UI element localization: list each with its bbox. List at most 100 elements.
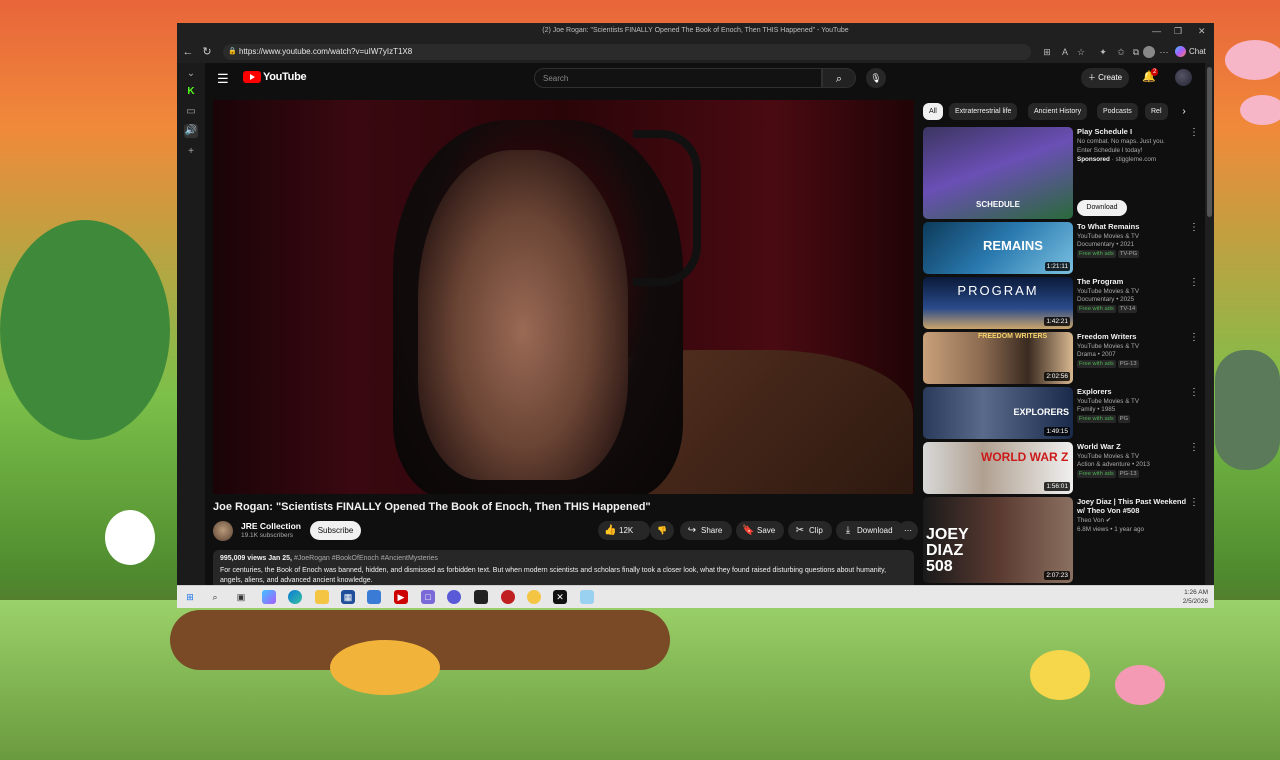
recommendation-item[interactable]: PROGRAM 1:42:21 The Program YouTube Movi… <box>923 277 1203 329</box>
recommendation-thumbnail[interactable]: PROGRAM 1:42:21 <box>923 277 1073 329</box>
recommendation-item[interactable]: EXPLORERS 1:49:15 Explorers YouTube Movi… <box>923 387 1203 439</box>
chrome-icon[interactable] <box>527 590 541 604</box>
youtube-app-icon[interactable]: ▶ <box>394 590 408 604</box>
ad-title[interactable]: Play Schedule I <box>1077 127 1187 136</box>
search-icon[interactable]: ⌕ <box>208 590 222 604</box>
page-scrollbar[interactable] <box>1207 65 1212 583</box>
recommendation-badges: Free with ads TV-PG <box>1077 250 1187 258</box>
app-icon[interactable]: □ <box>421 590 435 604</box>
recommendation-more-icon[interactable]: ⋮ <box>1189 497 1199 508</box>
windows-start-icon[interactable]: ⊞ <box>183 590 197 604</box>
read-aloud-icon[interactable]: A <box>1059 46 1071 58</box>
channel-avatar[interactable] <box>213 521 233 541</box>
search-icon[interactable]: ⌕ <box>822 68 856 88</box>
app-icon[interactable] <box>580 590 594 604</box>
chip-related[interactable]: Rel <box>1145 103 1168 120</box>
task-view-icon[interactable]: ▣ <box>234 590 248 604</box>
url-field[interactable]: 🔒 https://www.youtube.com/watch?v=uIW7yI… <box>223 44 1031 60</box>
recommendation-title[interactable]: Explorers <box>1077 387 1187 396</box>
recommendation-thumbnail[interactable]: REMAINS 1:21:11 <box>923 222 1073 274</box>
recommendation-title[interactable]: Freedom Writers <box>1077 332 1187 341</box>
extensions-icon[interactable]: ✦ <box>1097 46 1109 58</box>
kick-app-icon[interactable]: K <box>184 85 198 99</box>
app-icon[interactable] <box>367 590 381 604</box>
dislike-button[interactable]: 👎 <box>650 521 674 540</box>
description-box[interactable]: 995,009 views Jan 25, #JoeRogan #BookOfE… <box>213 550 914 585</box>
app-icon[interactable] <box>501 590 515 604</box>
recommendation-more-icon[interactable]: ⋮ <box>1189 222 1199 233</box>
app-available-icon[interactable]: ⊞ <box>1041 46 1053 58</box>
add-icon[interactable]: + <box>184 145 198 159</box>
sponsored-ad[interactable]: SCHEDULE Play Schedule I No combat. No m… <box>923 127 1203 219</box>
collections-icon[interactable]: ⧉ <box>1130 46 1142 58</box>
recommendation-more-icon[interactable]: ⋮ <box>1189 387 1199 398</box>
recommendation-more-icon[interactable]: ⋮ <box>1189 442 1199 453</box>
recommendation-item[interactable]: JOEY DIAZ 508 2:07:23 Joey Diaz | This P… <box>923 497 1203 583</box>
search-input[interactable]: Search <box>534 68 822 88</box>
recommendation-item[interactable]: FREEDOM WRITERS 2:02:56 Freedom Writers … <box>923 332 1203 384</box>
recommendation-item[interactable]: WORLD WAR Z 1:56:01 World War Z YouTube … <box>923 442 1203 494</box>
close-icon[interactable]: ✕ <box>1198 26 1206 37</box>
ad-more-icon[interactable]: ⋮ <box>1189 127 1199 138</box>
chip-extraterrestrial-life[interactable]: Extraterrestrial life <box>949 103 1018 120</box>
chip-ancient-history[interactable]: Ancient History <box>1028 103 1088 120</box>
speaker-icon[interactable]: 🔊 <box>184 124 198 138</box>
calculator-icon[interactable]: ▦ <box>341 590 355 604</box>
ad-download-button[interactable]: Download <box>1077 200 1127 216</box>
recommendation-more-icon[interactable]: ⋮ <box>1189 277 1199 288</box>
recommendation-title[interactable]: World War Z <box>1077 442 1187 451</box>
channel-name[interactable]: JRE Collection <box>241 521 301 531</box>
like-button[interactable]: 👍 12K <box>598 521 650 540</box>
address-bar: ← ↻ 🔒 https://www.youtube.com/watch?v=uI… <box>177 41 1214 63</box>
recommendation-more-icon[interactable]: ⋮ <box>1189 332 1199 343</box>
refresh-icon[interactable]: ↻ <box>199 44 215 60</box>
ad-thumbnail-text: SCHEDULE <box>975 200 1020 209</box>
create-button[interactable]: ＋ Create <box>1081 68 1129 88</box>
recommendation-thumbnail[interactable]: FREEDOM WRITERS 2:02:56 <box>923 332 1073 384</box>
hashtags[interactable]: #JoeRogan #BookOfEnoch #AncientMysteries <box>294 555 438 562</box>
video-player[interactable] <box>213 100 914 494</box>
youtube-logo[interactable]: YouTube <box>243 71 307 85</box>
clip-button[interactable]: ✂ Clip <box>788 521 832 540</box>
share-button[interactable]: ↪ Share <box>680 521 732 540</box>
recommendation-title[interactable]: To What Remains <box>1077 222 1187 231</box>
app-icon[interactable] <box>447 590 461 604</box>
recommendation-title[interactable]: The Program <box>1077 277 1187 286</box>
chevron-down-icon[interactable]: ⌄ <box>184 67 198 81</box>
save-button[interactable]: 🔖 Save <box>736 521 784 540</box>
capcut-icon[interactable]: ✕ <box>553 590 567 604</box>
chip-podcasts[interactable]: Podcasts <box>1097 103 1138 120</box>
recommendation-thumbnail[interactable]: JOEY DIAZ 508 2:07:23 <box>923 497 1073 583</box>
recommendation-title[interactable]: Joey Diaz | This Past Weekend w/ Theo Vo… <box>1077 497 1187 515</box>
scrollbar-thumb[interactable] <box>1207 67 1212 217</box>
youtube-header: ☰ YouTube Search ⌕ 🎙 ＋ Create 🔔 2 <box>205 63 1205 93</box>
recommendation-thumbnail[interactable]: WORLD WAR Z 1:56:01 <box>923 442 1073 494</box>
terminal-icon[interactable] <box>474 590 488 604</box>
file-explorer-icon[interactable] <box>315 590 329 604</box>
ad-thumbnail[interactable]: SCHEDULE <box>923 127 1073 219</box>
recommendation-thumbnail[interactable]: EXPLORERS 1:49:15 <box>923 387 1073 439</box>
maximize-icon[interactable]: ❐ <box>1174 26 1182 37</box>
chevron-right-icon[interactable]: › <box>1175 103 1193 120</box>
profile-icon[interactable] <box>1143 46 1155 58</box>
subscribe-button[interactable]: Subscribe <box>310 521 361 540</box>
account-avatar[interactable] <box>1175 69 1192 86</box>
tab-icon[interactable]: ▭ <box>184 105 198 119</box>
video-duration: 2:02:56 <box>1044 372 1070 381</box>
copilot-icon[interactable] <box>262 590 276 604</box>
download-button[interactable]: ⤓ Download <box>836 521 904 540</box>
recommendation-badges: Free with ads PG-13 <box>1077 360 1187 368</box>
chip-all[interactable]: All <box>923 103 943 120</box>
microphone-icon[interactable]: 🎙 <box>866 68 886 88</box>
more-actions-button[interactable]: ⋯ <box>898 521 918 540</box>
menu-icon[interactable]: ☰ <box>217 71 229 87</box>
edge-browser-icon[interactable] <box>288 590 302 604</box>
favorites-icon[interactable]: ✩ <box>1115 46 1127 58</box>
copilot-chat-button[interactable]: Chat <box>1175 44 1206 60</box>
system-clock[interactable]: 1:26 AM 2/5/2026 <box>1183 588 1208 606</box>
minimize-icon[interactable]: — <box>1152 26 1161 36</box>
back-icon[interactable]: ← <box>180 44 196 60</box>
more-menu-icon[interactable]: ⋯ <box>1158 46 1170 58</box>
favorite-star-icon[interactable]: ☆ <box>1075 46 1087 58</box>
recommendation-item[interactable]: REMAINS 1:21:11 To What Remains YouTube … <box>923 222 1203 274</box>
